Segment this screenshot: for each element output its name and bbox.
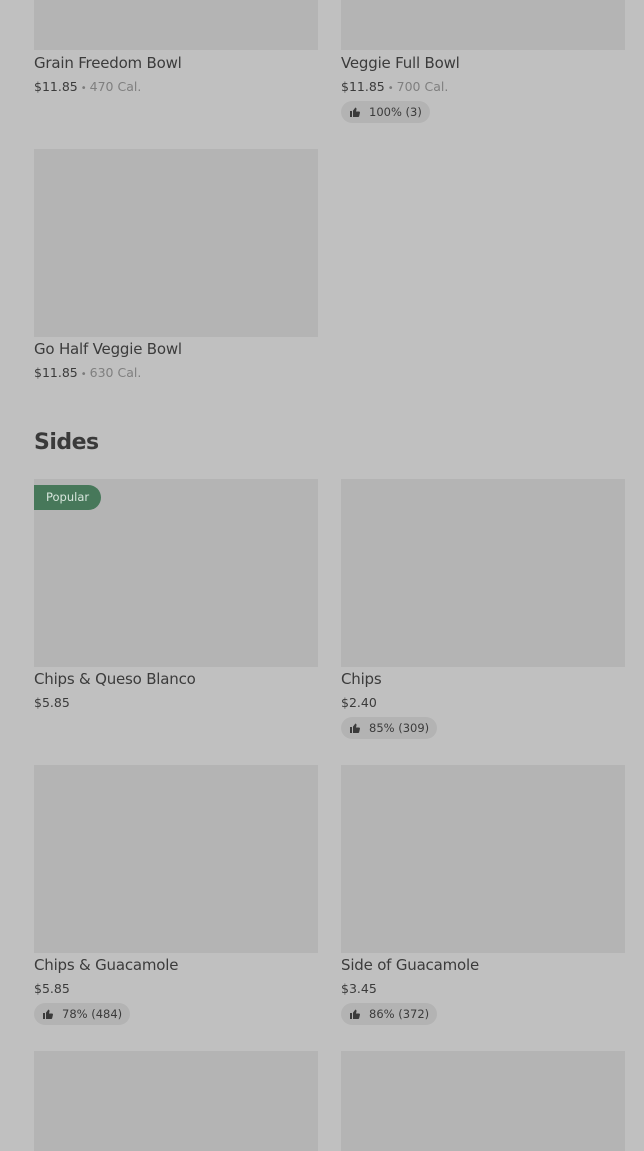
menu-item-name: Chips — [341, 670, 382, 688]
menu-item-price-text: $3.45 — [341, 981, 377, 996]
menu-item-card[interactable]: Go Half Veggie Bowl $11.85 • 630 Cal. — [34, 149, 318, 380]
rating-text: 100% (3) — [369, 105, 422, 119]
separator-dot: • — [80, 369, 87, 380]
menu-item-price-calories: $11.85 • 630 Cal. — [34, 365, 141, 380]
menu-item-price: $5.85 — [34, 981, 70, 996]
menu-item-price-text: $5.85 — [34, 695, 70, 710]
menu-item-image[interactable] — [341, 765, 625, 953]
menu-item-image[interactable] — [341, 479, 625, 667]
menu-item-name: Chips & Guacamole — [34, 956, 179, 974]
menu-item-card[interactable]: Chips & Guacamole $5.85 78% (484) — [34, 765, 318, 1025]
menu-item-name: Veggie Full Bowl — [341, 54, 460, 72]
popular-badge: Popular — [34, 485, 102, 510]
menu-item-card[interactable]: Grain Freedom Bowl $11.85 • 470 Cal. — [34, 0, 318, 94]
menu-item-image[interactable] — [341, 1051, 625, 1151]
menu-item-image[interactable] — [34, 765, 318, 953]
menu-item-card[interactable] — [34, 1051, 318, 1151]
thumbs-up-icon — [350, 107, 360, 117]
menu-item-image[interactable] — [34, 1051, 318, 1151]
menu-item-name: Go Half Veggie Bowl — [34, 340, 182, 358]
thumbs-up-icon — [350, 723, 360, 733]
menu-item-name: Grain Freedom Bowl — [34, 54, 182, 72]
rating-text: 86% (372) — [369, 1007, 430, 1021]
separator-dot: • — [387, 83, 394, 94]
thumbs-up-icon — [350, 1009, 360, 1019]
menu-item-image[interactable] — [341, 0, 625, 50]
menu-item-card[interactable] — [341, 1051, 625, 1151]
menu-item-card[interactable]: Chips $2.40 85% (309) — [341, 479, 625, 739]
rating-text: 85% (309) — [369, 721, 430, 735]
thumbs-up-icon — [43, 1009, 53, 1019]
menu-item-card[interactable]: Popular Chips & Queso Blanco $5.85 — [34, 479, 318, 710]
menu-item-calories: 630 Cal. — [89, 365, 142, 380]
menu-item-calories: 470 Cal. — [89, 79, 142, 94]
menu-item-price: $3.45 — [341, 981, 377, 996]
menu-item-calories: 700 Cal. — [396, 79, 449, 94]
separator-dot: • — [80, 83, 87, 94]
menu-item-price: $11.85 — [341, 79, 385, 94]
rating-pill: 85% (309) — [341, 717, 438, 739]
rating-pill: 78% (484) — [34, 1003, 131, 1025]
menu-item-card[interactable]: Veggie Full Bowl $11.85 • 700 Cal. 100% (3… — [341, 0, 625, 123]
rating-pill: 86% (372) — [341, 1003, 438, 1025]
menu-item-image[interactable] — [34, 0, 318, 50]
menu-item-price-text: $5.85 — [34, 981, 70, 996]
menu-item-price: $11.85 — [34, 79, 78, 94]
menu-item-card[interactable]: Side of Guacamole $3.45 86% (372) — [341, 765, 625, 1025]
menu-item-name: Side of Guacamole — [341, 956, 479, 974]
menu-item-price-calories: $11.85 • 700 Cal. — [341, 79, 448, 94]
menu-item-price: $5.85 — [34, 695, 70, 710]
menu-item-price: $11.85 — [34, 365, 78, 380]
menu-item-image[interactable]: Popular — [34, 479, 318, 667]
menu-item-price: $2.40 — [341, 695, 377, 710]
rating-text: 78% (484) — [62, 1007, 123, 1021]
menu-item-image[interactable] — [34, 149, 318, 337]
section-title: Sides — [34, 430, 99, 455]
rating-pill: 100% (3) — [341, 101, 430, 123]
menu-item-price-calories: $11.85 • 470 Cal. — [34, 79, 141, 94]
menu-item-name: Chips & Queso Blanco — [34, 670, 196, 688]
menu-item-price-text: $2.40 — [341, 695, 377, 710]
